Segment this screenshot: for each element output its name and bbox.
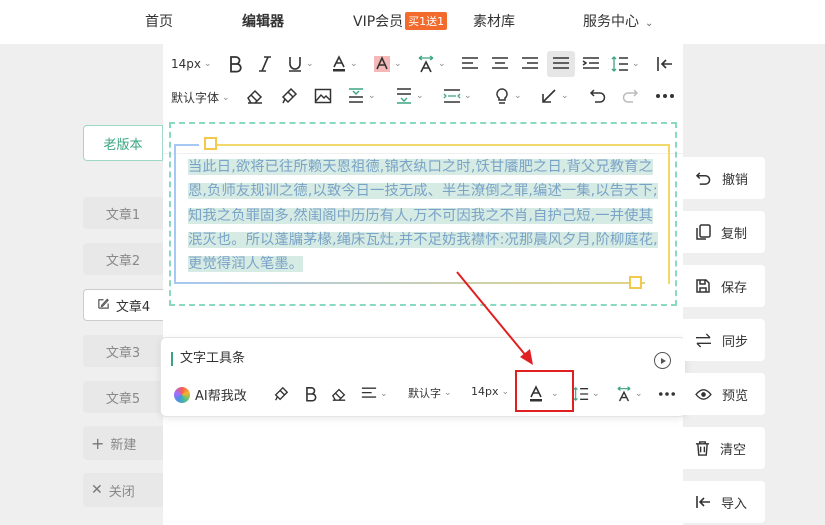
import-button[interactable]: 导入 — [683, 481, 765, 523]
undo-label: 撤销 — [722, 172, 749, 188]
undo-icon — [695, 171, 712, 186]
sync-icon — [695, 332, 712, 348]
save-button[interactable]: 保存 — [683, 265, 765, 307]
save-icon — [695, 278, 711, 294]
clear-button[interactable]: 清空 — [683, 427, 765, 469]
eye-icon — [695, 388, 712, 401]
preview-label: 预览 — [722, 388, 749, 404]
save-label: 保存 — [721, 280, 748, 296]
copy-icon — [695, 223, 711, 241]
preview-button[interactable]: 预览 — [683, 373, 765, 415]
clear-label: 清空 — [720, 442, 747, 458]
sync-label: 同步 — [722, 334, 749, 350]
sync-button[interactable]: 同步 — [683, 319, 765, 361]
trash-icon — [695, 440, 710, 456]
copy-label: 复制 — [721, 226, 748, 242]
copy-button[interactable]: 复制 — [683, 211, 765, 253]
import-icon — [695, 494, 711, 510]
import-label: 导入 — [721, 496, 748, 512]
undo-action-button[interactable]: 撤销 — [683, 157, 765, 199]
